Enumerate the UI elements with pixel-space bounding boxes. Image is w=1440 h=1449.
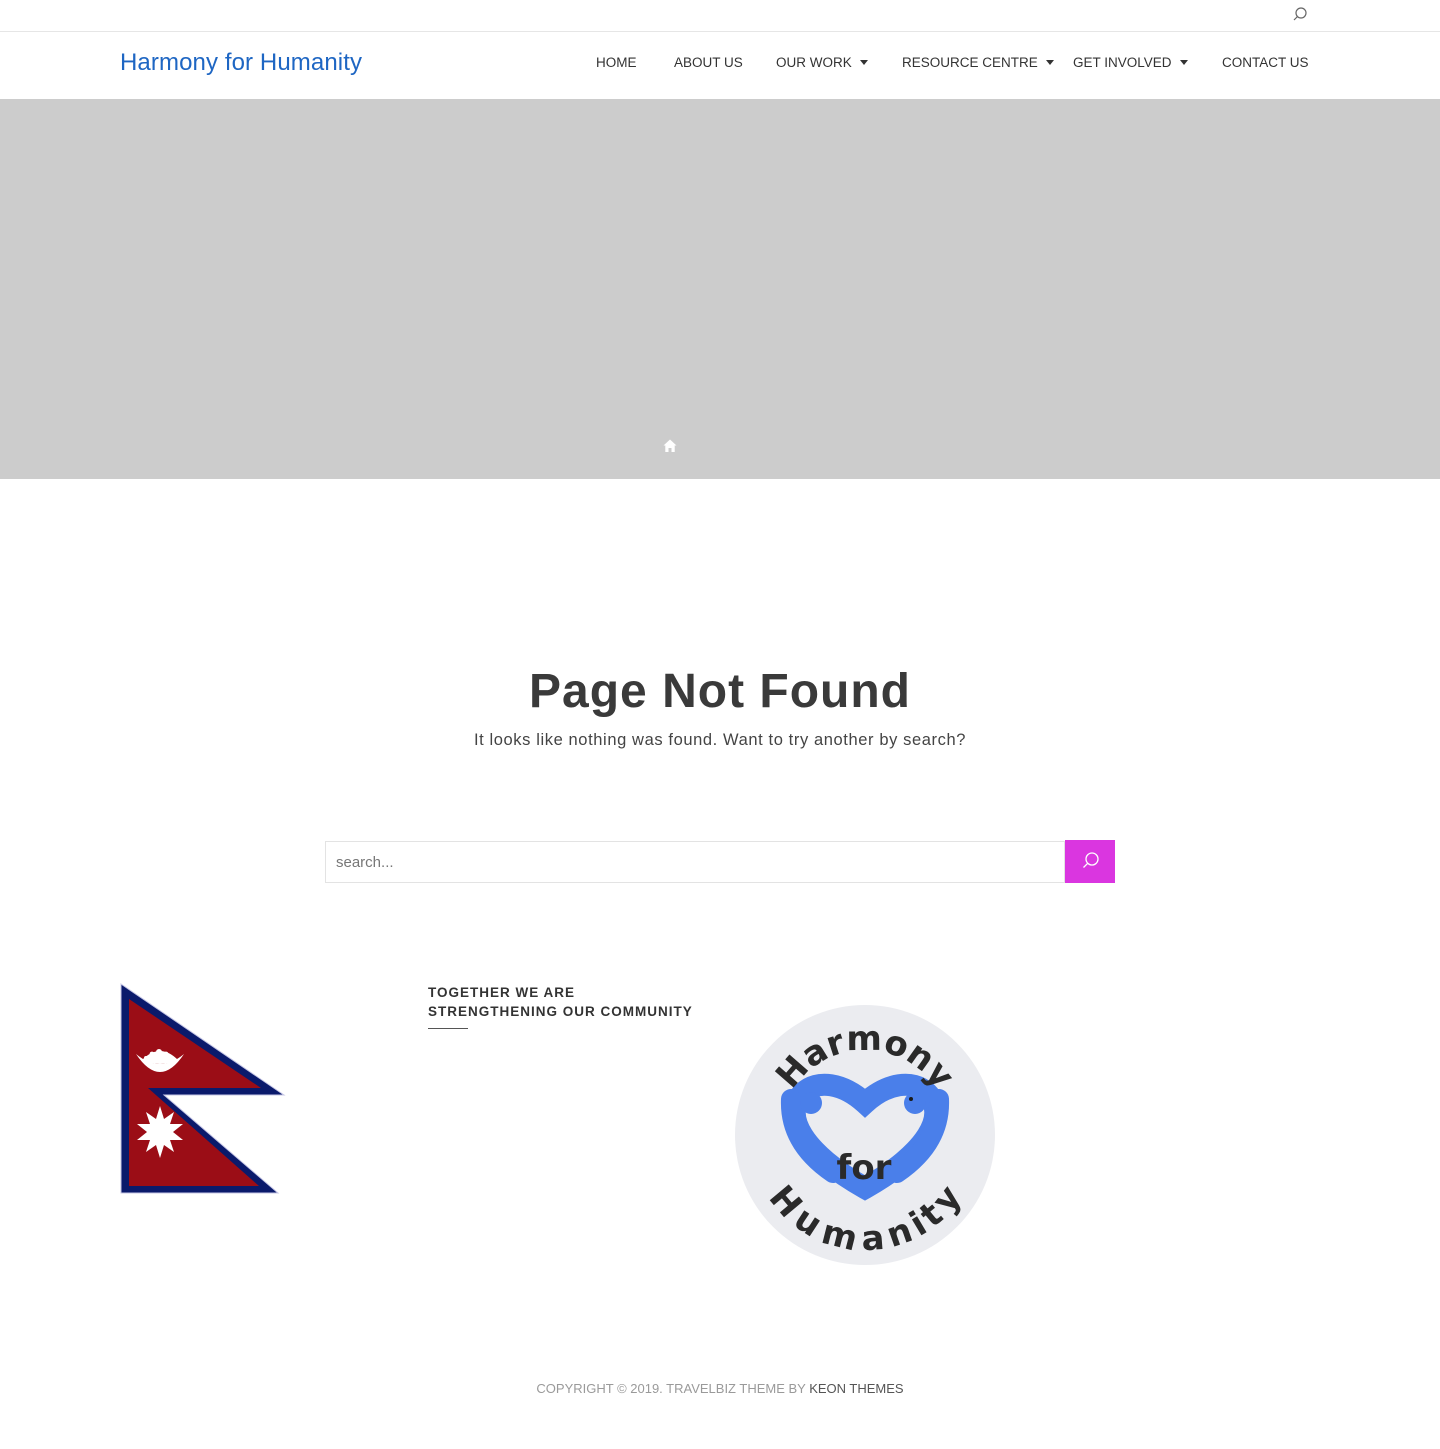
caret-down-icon xyxy=(859,59,868,65)
title-divider xyxy=(428,1028,468,1029)
site-header: Harmony for Humanity HOME ABOUT US OUR W… xyxy=(0,32,1440,99)
nav-get-involved-label: GET INVOLVED xyxy=(1073,55,1172,70)
search-icon xyxy=(1083,852,1099,868)
nav-our-work-label: OUR WORK xyxy=(776,55,852,70)
harmony-logo: Harmony for Humanity xyxy=(733,1003,998,1268)
nav-get-involved[interactable]: GET INVOLVED xyxy=(1073,55,1188,70)
page-banner xyxy=(0,99,1440,479)
nav-resource-centre[interactable]: RESOURCE CENTRE xyxy=(902,55,1054,70)
site-footer: COPYRIGHT © 2019. TRAVELBIZ THEME BY KEO… xyxy=(0,1381,1440,1396)
nav-resource-centre-label: RESOURCE CENTRE xyxy=(902,55,1038,70)
search-form xyxy=(325,840,1115,883)
nav-home[interactable]: HOME xyxy=(596,55,637,70)
nav-about-us-label: ABOUT US xyxy=(674,55,743,70)
nav-about-us[interactable]: ABOUT US xyxy=(674,55,743,70)
page-subtitle: It looks like nothing was found. Want to… xyxy=(473,731,967,749)
nav-home-label: HOME xyxy=(596,55,637,70)
home-icon[interactable] xyxy=(662,438,678,454)
top-bar xyxy=(0,0,1440,32)
caret-down-icon xyxy=(1045,59,1054,65)
page-title: Page Not Found xyxy=(529,665,911,718)
search-input[interactable] xyxy=(325,841,1065,883)
community-widget-title: TOGETHER WE ARE STRENGTHENING OUR COMMUN… xyxy=(428,985,693,1019)
keon-themes-link[interactable]: KEON THEMES xyxy=(809,1381,903,1396)
copyright-text: COPYRIGHT © 2019. TRAVELBIZ THEME BY xyxy=(536,1381,810,1396)
nepal-flag-image xyxy=(118,982,288,1196)
caret-down-icon xyxy=(1179,59,1188,65)
search-icon[interactable] xyxy=(1289,4,1311,26)
search-button[interactable] xyxy=(1065,840,1115,883)
logo-middle-word: for xyxy=(837,1148,892,1188)
main-nav: HOME ABOUT US OUR WORK RESOURCE CENTRE G… xyxy=(0,55,1440,75)
nav-contact-us[interactable]: CONTACT US xyxy=(1222,55,1309,70)
nav-contact-us-label: CONTACT US xyxy=(1222,55,1309,70)
nav-our-work[interactable]: OUR WORK xyxy=(776,55,868,70)
